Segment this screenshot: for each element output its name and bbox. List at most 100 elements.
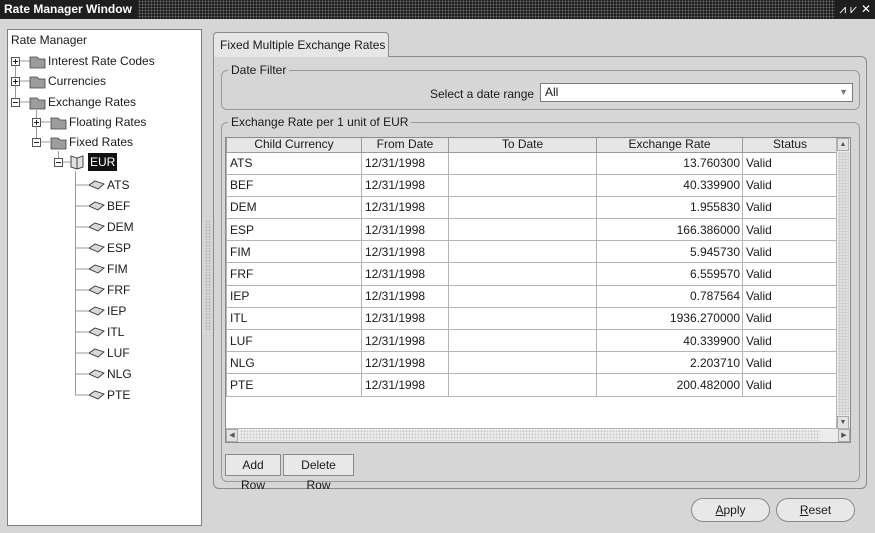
horizontal-scroll-thumb[interactable] bbox=[240, 430, 820, 441]
cell-status[interactable]: Valid bbox=[742, 262, 838, 286]
scroll-up-icon[interactable]: ▲ bbox=[837, 138, 849, 151]
cell-status[interactable]: Valid bbox=[742, 373, 838, 397]
scroll-right-icon[interactable]: ▶ bbox=[838, 429, 850, 442]
table-row[interactable]: NLG 12/31/1998 2.203710 Valid bbox=[226, 351, 838, 375]
cell-exchange-rate[interactable]: 166.386000 bbox=[596, 218, 743, 242]
cell-to-date[interactable] bbox=[448, 306, 597, 331]
cell-status[interactable]: Valid bbox=[742, 328, 838, 353]
cell-exchange-rate[interactable]: 200.482000 bbox=[596, 373, 743, 397]
cell-exchange-rate[interactable]: 1.955830 bbox=[596, 195, 743, 220]
tree-leaf-frf[interactable]: FRF bbox=[107, 281, 130, 299]
table-row[interactable]: PTE 12/31/1998 200.482000 Valid bbox=[226, 373, 838, 397]
cell-to-date[interactable] bbox=[448, 151, 597, 175]
tree-leaf-fim[interactable]: FIM bbox=[107, 260, 128, 278]
col-to-date[interactable]: To Date bbox=[448, 138, 597, 153]
table-row[interactable]: ATS 12/31/1998 13.760300 Valid bbox=[226, 151, 838, 175]
cell-child-currency[interactable]: ESP bbox=[226, 218, 362, 242]
cell-to-date[interactable] bbox=[448, 373, 597, 397]
horizontal-scrollbar[interactable]: ◀ ▶ bbox=[226, 428, 850, 442]
cell-child-currency[interactable]: FRF bbox=[226, 262, 362, 286]
cell-child-currency[interactable]: NLG bbox=[226, 351, 362, 375]
tree-leaf-luf[interactable]: LUF bbox=[107, 344, 130, 362]
close-icon[interactable]: ✕ bbox=[861, 0, 871, 19]
cell-to-date[interactable] bbox=[448, 195, 597, 220]
table-row[interactable]: ITL 12/31/1998 1936.270000 Valid bbox=[226, 306, 838, 331]
maximize-icon[interactable]: ⩗ bbox=[850, 0, 857, 19]
chevron-down-icon[interactable]: ▼ bbox=[839, 84, 848, 101]
cell-exchange-rate[interactable]: 0.787564 bbox=[596, 284, 743, 308]
navigator-tree[interactable]: Rate Manager Interest Rate Codes Currenc… bbox=[7, 29, 202, 526]
cell-exchange-rate[interactable]: 5.945730 bbox=[596, 240, 743, 264]
panel-splitter[interactable] bbox=[205, 220, 211, 330]
exchange-rate-table[interactable]: Child Currency From Date To Date Exchang… bbox=[225, 137, 851, 443]
cell-from-date[interactable]: 12/31/1998 bbox=[361, 173, 449, 197]
col-from-date[interactable]: From Date bbox=[361, 138, 449, 153]
title-bar[interactable]: Rate Manager Window ⩘ ⩗ ✕ bbox=[0, 0, 875, 19]
table-row[interactable]: LUF 12/31/1998 40.339900 Valid bbox=[226, 328, 838, 353]
cell-from-date[interactable]: 12/31/1998 bbox=[361, 218, 449, 242]
cell-child-currency[interactable]: DEM bbox=[226, 195, 362, 220]
tree-leaf-pte[interactable]: PTE bbox=[107, 386, 130, 404]
cell-from-date[interactable]: 12/31/1998 bbox=[361, 240, 449, 264]
minimize-icon[interactable]: ⩘ bbox=[839, 0, 846, 19]
cell-status[interactable]: Valid bbox=[742, 195, 838, 220]
vertical-scroll-thumb[interactable] bbox=[838, 152, 849, 415]
col-child-currency[interactable]: Child Currency bbox=[226, 138, 362, 153]
cell-to-date[interactable] bbox=[448, 328, 597, 353]
cell-exchange-rate[interactable]: 6.559570 bbox=[596, 262, 743, 286]
table-row[interactable]: FIM 12/31/1998 5.945730 Valid bbox=[226, 240, 838, 264]
table-row[interactable]: FRF 12/31/1998 6.559570 Valid bbox=[226, 262, 838, 286]
reset-button[interactable]: Reset bbox=[776, 498, 855, 522]
tree-node-currencies[interactable]: Currencies bbox=[48, 72, 106, 90]
tree-leaf-dem[interactable]: DEM bbox=[107, 218, 134, 236]
tree-node-exchange-rates[interactable]: Exchange Rates bbox=[48, 93, 136, 111]
cell-from-date[interactable]: 12/31/1998 bbox=[361, 328, 449, 353]
cell-child-currency[interactable]: PTE bbox=[226, 373, 362, 397]
tree-leaf-bef[interactable]: BEF bbox=[107, 197, 130, 215]
tree-node-interest-rate-codes[interactable]: Interest Rate Codes bbox=[48, 52, 155, 70]
cell-to-date[interactable] bbox=[448, 218, 597, 242]
cell-status[interactable]: Valid bbox=[742, 240, 838, 264]
col-status[interactable]: Status bbox=[742, 138, 838, 153]
tree-node-floating-rates[interactable]: Floating Rates bbox=[69, 113, 146, 131]
cell-to-date[interactable] bbox=[448, 173, 597, 197]
cell-from-date[interactable]: 12/31/1998 bbox=[361, 373, 449, 397]
cell-to-date[interactable] bbox=[448, 284, 597, 308]
cell-from-date[interactable]: 12/31/1998 bbox=[361, 151, 449, 175]
cell-status[interactable]: Valid bbox=[742, 351, 838, 375]
cell-to-date[interactable] bbox=[448, 351, 597, 375]
date-range-select[interactable]: All ▼ bbox=[540, 83, 853, 102]
add-row-button[interactable]: Add Row bbox=[225, 454, 281, 492]
tab-fixed-multiple-exchange-rates[interactable]: Fixed Multiple Exchange Rates bbox=[213, 32, 389, 57]
table-row[interactable]: DEM 12/31/1998 1.955830 Valid bbox=[226, 195, 838, 220]
cell-child-currency[interactable]: BEF bbox=[226, 173, 362, 197]
vertical-scrollbar[interactable]: ▲ ▼ bbox=[836, 138, 850, 429]
cell-status[interactable]: Valid bbox=[742, 173, 838, 197]
cell-from-date[interactable]: 12/31/1998 bbox=[361, 351, 449, 375]
cell-to-date[interactable] bbox=[448, 240, 597, 264]
tree-leaf-nlg[interactable]: NLG bbox=[107, 365, 132, 383]
cell-status[interactable]: Valid bbox=[742, 284, 838, 308]
cell-from-date[interactable]: 12/31/1998 bbox=[361, 262, 449, 286]
cell-child-currency[interactable]: IEP bbox=[226, 284, 362, 308]
col-exchange-rate[interactable]: Exchange Rate bbox=[596, 138, 743, 153]
tree-leaf-itl[interactable]: ITL bbox=[107, 323, 124, 341]
apply-button[interactable]: Apply bbox=[691, 498, 770, 522]
cell-child-currency[interactable]: ITL bbox=[226, 306, 362, 331]
cell-from-date[interactable]: 12/31/1998 bbox=[361, 195, 449, 220]
delete-row-button[interactable]: Delete Row bbox=[283, 454, 354, 492]
cell-status[interactable]: Valid bbox=[742, 151, 838, 175]
tree-leaf-iep[interactable]: IEP bbox=[107, 302, 126, 320]
tree-leaf-esp[interactable]: ESP bbox=[107, 239, 131, 257]
cell-status[interactable]: Valid bbox=[742, 306, 838, 331]
tree-leaf-ats[interactable]: ATS bbox=[107, 176, 129, 194]
cell-child-currency[interactable]: FIM bbox=[226, 240, 362, 264]
cell-from-date[interactable]: 12/31/1998 bbox=[361, 284, 449, 308]
cell-exchange-rate[interactable]: 2.203710 bbox=[596, 351, 743, 375]
tree-node-fixed-rates[interactable]: Fixed Rates bbox=[69, 133, 133, 151]
cell-to-date[interactable] bbox=[448, 262, 597, 286]
cell-exchange-rate[interactable]: 40.339900 bbox=[596, 328, 743, 353]
cell-exchange-rate[interactable]: 1936.270000 bbox=[596, 306, 743, 331]
cell-from-date[interactable]: 12/31/1998 bbox=[361, 306, 449, 331]
cell-status[interactable]: Valid bbox=[742, 218, 838, 242]
